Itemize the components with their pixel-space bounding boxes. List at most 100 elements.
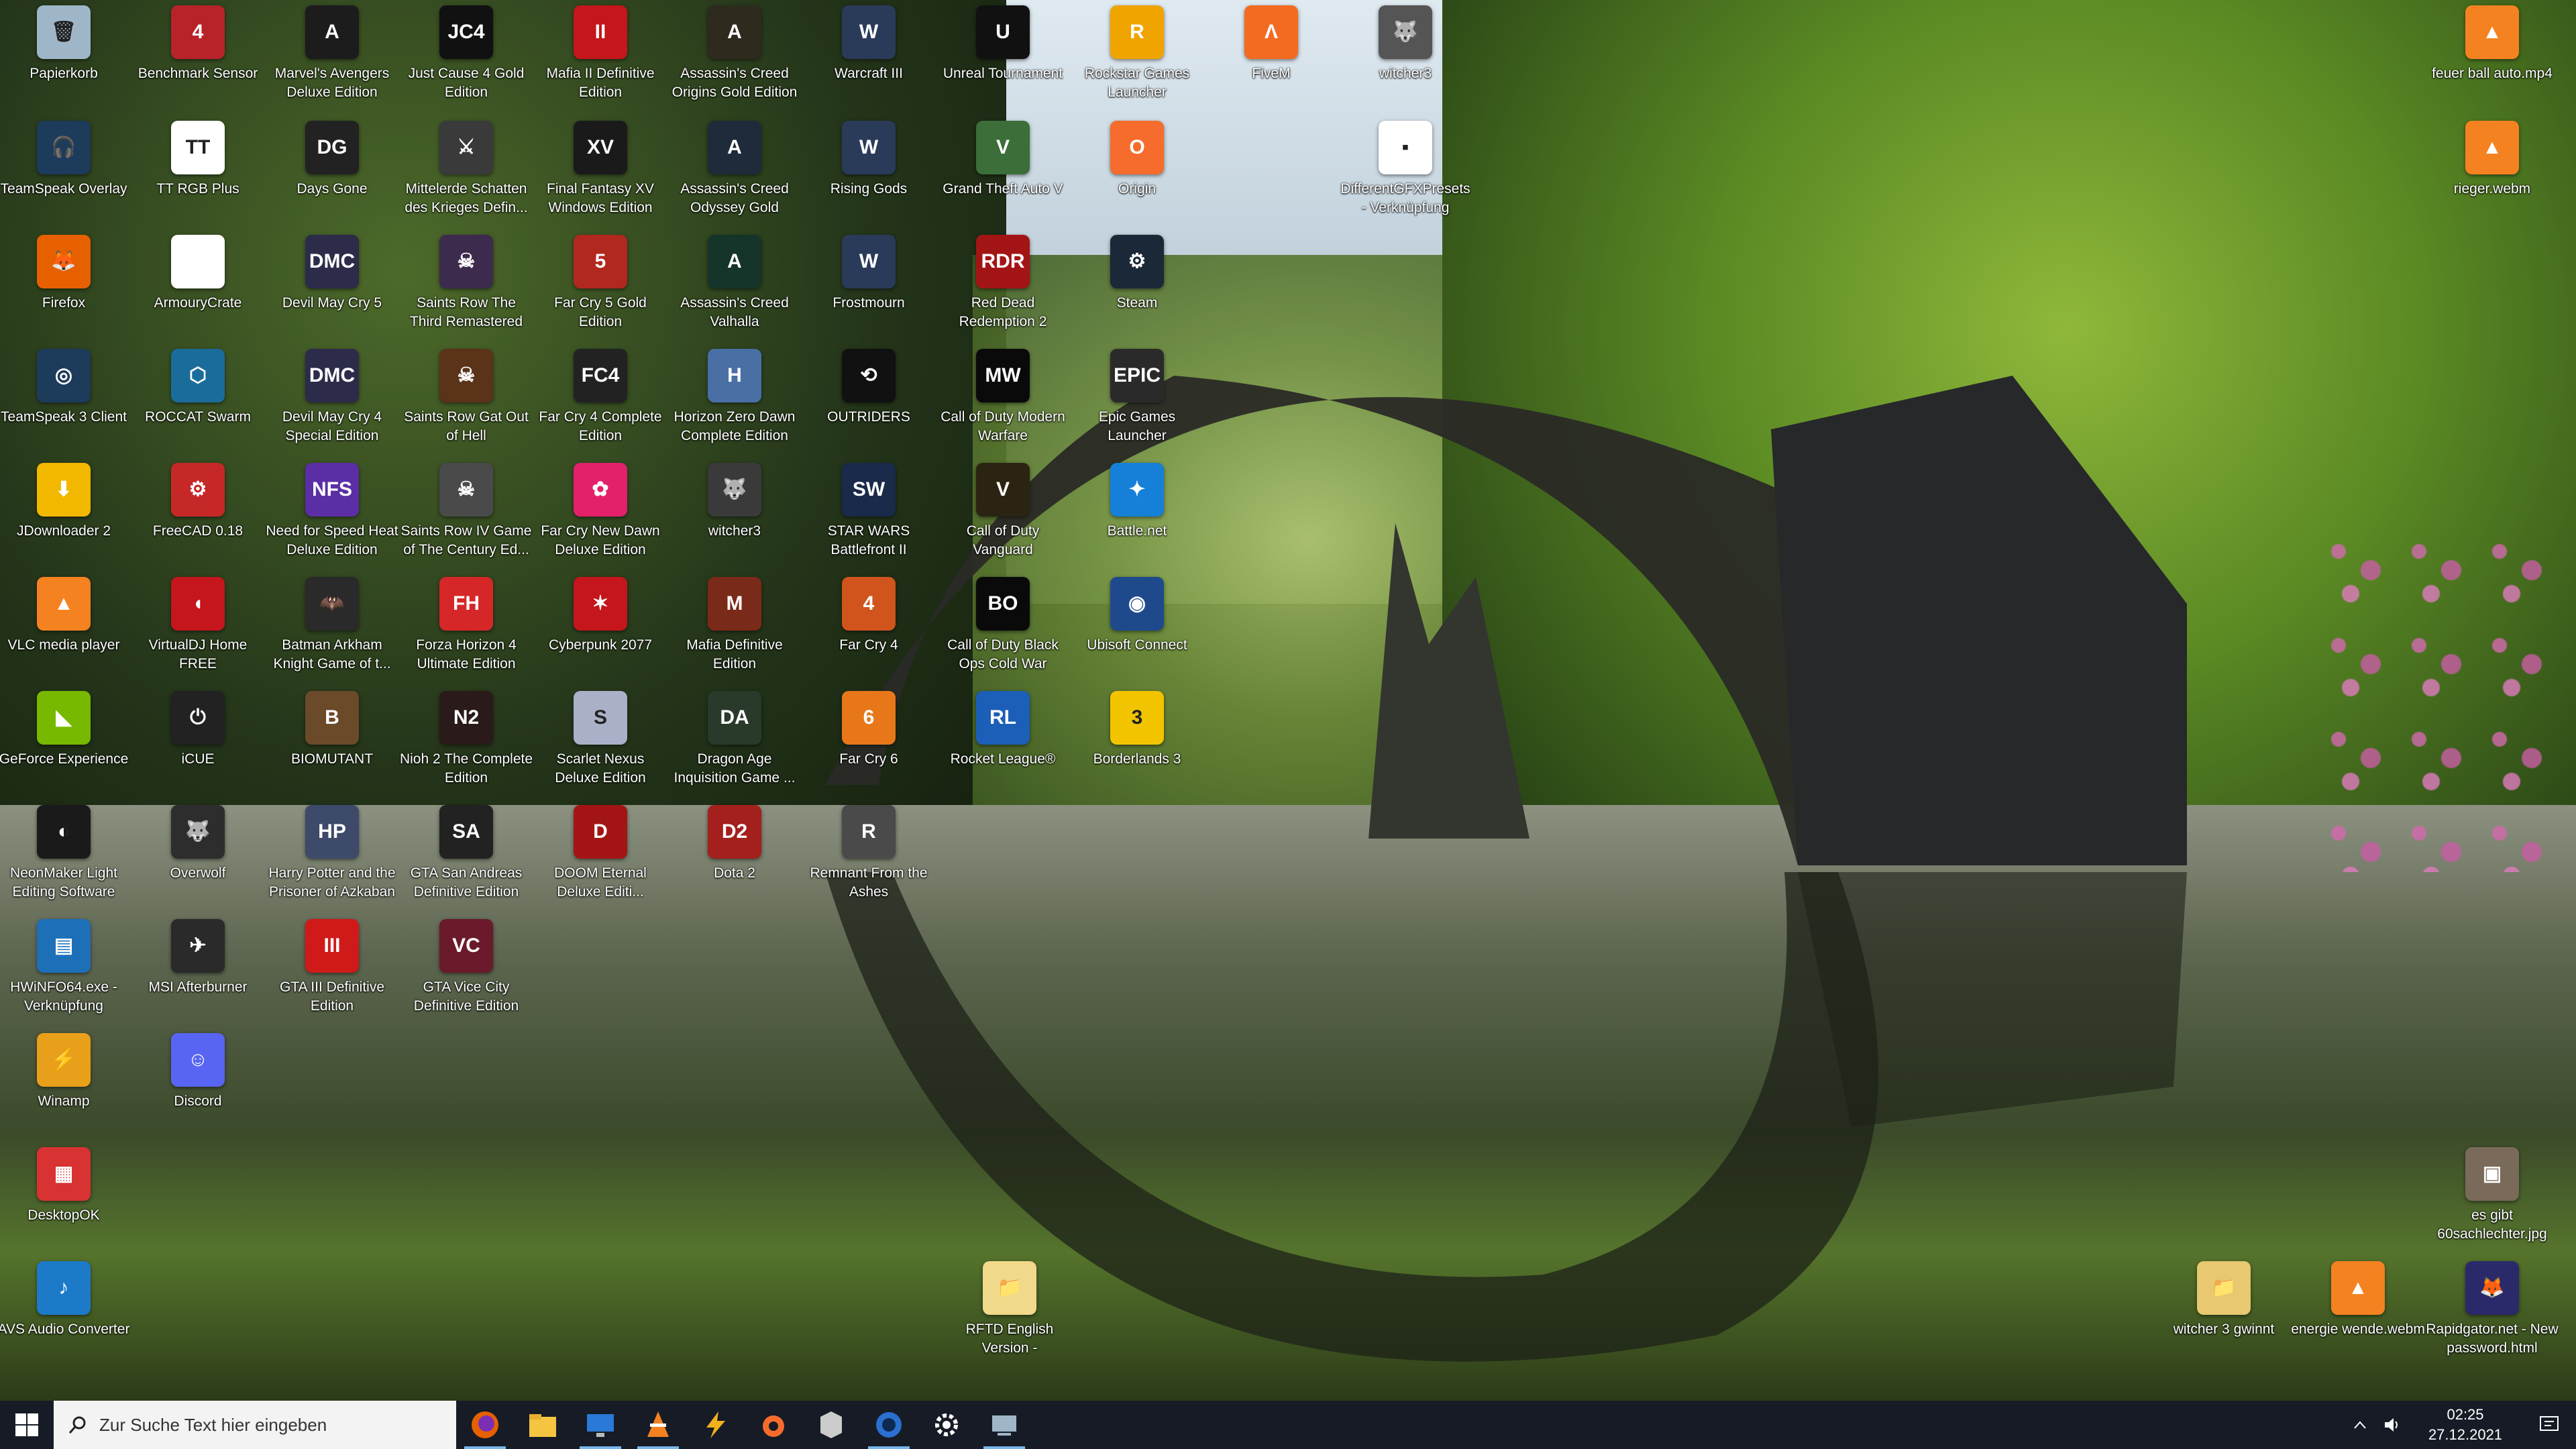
desktop-icon-rocket-league[interactable]: RL Rocket League®	[939, 686, 1067, 793]
desktop-icon-saints-row-gat-out-of-hell[interactable]: ☠ Saints Row Gat Out of Hell	[402, 343, 530, 451]
desktop-icon-borderlands-3[interactable]: 3 Borderlands 3	[1073, 686, 1201, 793]
desktop-icon-days-gone[interactable]: DG Days Gone	[268, 115, 396, 223]
desktop-icon-need-for-speed-heat-deluxe-edition[interactable]: NFS Need for Speed Heat Deluxe Edition	[266, 458, 398, 565]
desktop-icon-final-fantasy-xv-windows-edition[interactable]: XV Final Fantasy XV Windows Edition	[537, 115, 664, 223]
desktop-icon-rising-gods[interactable]: W Rising Gods	[805, 115, 932, 223]
desktop-icon-energie-wende-webm[interactable]: ▲ energie wende.webm	[2291, 1256, 2425, 1363]
desktop-icon-overwolf[interactable]: 🐺 Overwolf	[134, 800, 262, 907]
desktop-icon-msi-afterburner[interactable]: ✈ MSI Afterburner	[134, 914, 262, 1021]
desktop-icon-rieger-webm[interactable]: ▲ rieger.webm	[2428, 115, 2556, 223]
desktop-icon-grand-theft-auto-v[interactable]: V Grand Theft Auto V	[939, 115, 1067, 223]
volume-icon[interactable]	[2376, 1417, 2408, 1433]
desktop-icon-rapidgator-net-new-password-html[interactable]: 🦊 Rapidgator.net - New password.html	[2426, 1256, 2559, 1363]
desktop-icon-witcher3[interactable]: 🐺 witcher3	[671, 458, 798, 565]
desktop-icon-devil-may-cry-5[interactable]: DMC Devil May Cry 5	[268, 229, 396, 337]
desktop-icon-far-cry-5-gold-edition[interactable]: 5 Far Cry 5 Gold Edition	[537, 229, 664, 337]
desktop-icon-hwinfo64-exe-verkn-pfung[interactable]: ▤ HWiNFO64.exe - Verknüpfung	[0, 914, 127, 1021]
desktop-icon-roccat-swarm[interactable]: ⬡ ROCCAT Swarm	[134, 343, 262, 451]
taskbar-search-box[interactable]: Zur Suche Text hier eingeben	[54, 1401, 456, 1449]
desktop-icon-marvel-s-avengers-deluxe-edition[interactable]: A Marvel's Avengers Deluxe Edition	[268, 0, 396, 107]
desktop-icon-steam[interactable]: ⚙ Steam	[1073, 229, 1201, 337]
desktop-icon-unreal-tournament[interactable]: U Unreal Tournament	[939, 0, 1067, 107]
desktop-icon-feuer-ball-auto-mp4[interactable]: ▲ feuer ball auto.mp4	[2428, 0, 2556, 107]
desktop-icon-es-gibt-60sachlechter-jpg[interactable]: ▣ es gibt 60sachlechter.jpg	[2428, 1142, 2556, 1249]
taskbar-network-app[interactable]	[975, 1401, 1033, 1449]
desktop-icon-batman-arkham-knight-game-of-t[interactable]: 🦇 Batman Arkham Knight Game of t...	[268, 572, 396, 679]
desktop-icon-saints-row-iv-game-of-the-century-ed[interactable]: ☠ Saints Row IV Game of The Century Ed...	[401, 458, 531, 565]
desktop-icon-dragon-age-inquisition-game[interactable]: DA Dragon Age Inquisition Game ...	[671, 686, 798, 793]
desktop-icon-outriders[interactable]: ⟲ OUTRIDERS	[805, 343, 932, 451]
desktop-icon-origin[interactable]: O Origin	[1073, 115, 1201, 223]
desktop-icon-epic-games-launcher[interactable]: EPIC Epic Games Launcher	[1073, 343, 1201, 451]
taskbar-firefox[interactable]	[456, 1401, 514, 1449]
desktop-icon-jdownloader-2[interactable]: ⬇ JDownloader 2	[0, 458, 127, 565]
desktop-icon-freecad-0-18[interactable]: ⚙ FreeCAD 0.18	[134, 458, 262, 565]
desktop-icon-benchmark-sensor[interactable]: 4 Benchmark Sensor	[134, 0, 262, 107]
desktop-icon-differentgfxpresets-verkn-pfung[interactable]: ▪ DifferentGFXPresets - Verknüpfung	[1340, 115, 1470, 223]
desktop-icon-scarlet-nexus-deluxe-edition[interactable]: S Scarlet Nexus Deluxe Edition	[537, 686, 664, 793]
desktop-icon-discord[interactable]: ☺ Discord	[134, 1028, 262, 1135]
desktop-icon-far-cry-4-complete-edition[interactable]: FC4 Far Cry 4 Complete Edition	[537, 343, 664, 451]
desktop-icon-far-cry-new-dawn-deluxe-edition[interactable]: ✿ Far Cry New Dawn Deluxe Edition	[537, 458, 664, 565]
desktop-icon-red-dead-redemption-2[interactable]: RDR Red Dead Redemption 2	[939, 229, 1067, 337]
desktop-icon-desktopok[interactable]: ▦ DesktopOK	[0, 1142, 127, 1249]
desktop-icon-vlc-media-player[interactable]: ▲ VLC media player	[0, 572, 127, 679]
desktop-icon-horizon-zero-dawn-complete-edition[interactable]: H Horizon Zero Dawn Complete Edition	[671, 343, 798, 451]
desktop-icon-devil-may-cry-4-special-edition[interactable]: DMC Devil May Cry 4 Special Edition	[268, 343, 396, 451]
taskbar-epic[interactable]	[802, 1401, 860, 1449]
tray-overflow-chevron-icon[interactable]	[2344, 1420, 2376, 1430]
desktop-icon-teamspeak-overlay[interactable]: 🎧 TeamSpeak Overlay	[0, 115, 127, 223]
desktop-icon-remnant-from-the-ashes[interactable]: R Remnant From the Ashes	[805, 800, 932, 907]
desktop-icon-star-wars-battlefront-ii[interactable]: SW STAR WARS Battlefront II	[805, 458, 932, 565]
start-button[interactable]	[0, 1401, 54, 1449]
desktop-icon-rockstar-games-launcher[interactable]: R Rockstar Games Launcher	[1073, 0, 1201, 107]
desktop-icon-gta-vice-city-definitive-edition[interactable]: VC GTA Vice City Definitive Edition	[402, 914, 530, 1021]
taskbar-clock[interactable]: 02:25 27.12.2021	[2408, 1405, 2522, 1445]
desktop-icon-cyberpunk-2077[interactable]: ✶ Cyberpunk 2077	[537, 572, 664, 679]
desktop-icon-assassin-s-creed-odyssey-gold-edition[interactable]: A Assassin's Creed Odyssey Gold Edition	[671, 115, 798, 223]
desktop-icon-witcher-3-gwinnt[interactable]: 📁 witcher 3 gwinnt	[2160, 1256, 2288, 1363]
desktop-icon-nioh-2-the-complete-edition[interactable]: N2 Nioh 2 The Complete Edition	[400, 686, 533, 793]
action-center-button[interactable]	[2522, 1415, 2576, 1434]
taskbar-winamp[interactable]	[687, 1401, 745, 1449]
desktop-icon-ubisoft-connect[interactable]: ◉ Ubisoft Connect	[1073, 572, 1201, 679]
desktop-icon-assassin-s-creed-valhalla[interactable]: A Assassin's Creed Valhalla	[671, 229, 798, 337]
desktop-icon-mittelerde-schatten-des-krieges-defin[interactable]: ⚔ Mittelerde Schatten des Krieges Defin..…	[402, 115, 530, 223]
desktop-icon-warcraft-iii[interactable]: W Warcraft III	[805, 0, 932, 107]
desktop-icon-battle-net[interactable]: ✦ Battle.net	[1073, 458, 1201, 565]
desktop-icon-teamspeak-3-client[interactable]: ◎ TeamSpeak 3 Client	[0, 343, 127, 451]
desktop-icon-saints-row-the-third-remastered-deuts[interactable]: ☠ Saints Row The Third Remastered (Deuts.…	[402, 229, 530, 337]
taskbar-file-explorer[interactable]	[514, 1401, 572, 1449]
desktop-icon-neonmaker-light-editing-software[interactable]: ◐ NeonMaker Light Editing Software	[0, 800, 127, 907]
desktop-icon-harry-potter-and-the-prisoner-of-azkaban[interactable]: HP Harry Potter and the Prisoner of Azkab…	[268, 800, 396, 907]
desktop-icon-doom-eternal-deluxe-editi[interactable]: D DOOM Eternal Deluxe Editi...	[537, 800, 664, 907]
desktop-icon-virtualdj-home-free[interactable]: ◖ VirtualDJ Home FREE	[134, 572, 262, 679]
desktop-icon-mafia-ii-definitive-edition[interactable]: II Mafia II Definitive Edition	[537, 0, 664, 107]
desktop-icon-avs-audio-converter[interactable]: ♪ AVS Audio Converter	[0, 1256, 129, 1363]
desktop-icon-frostmourn[interactable]: W Frostmourn	[805, 229, 932, 337]
desktop-icon-rftd-english-version-verkn-pfung[interactable]: 📁 RFTD English Version - Verknüpfung	[946, 1256, 1073, 1363]
desktop-icon-biomutant[interactable]: B BIOMUTANT	[268, 686, 396, 793]
taskbar-remote-desktop[interactable]	[572, 1401, 629, 1449]
taskbar-origin[interactable]	[745, 1401, 802, 1449]
desktop-icon-geforce-experience[interactable]: ◣ GeForce Experience	[0, 686, 128, 793]
desktop-icon-call-of-duty-modern-warfare[interactable]: MW Call of Duty Modern Warfare	[939, 343, 1067, 451]
desktop-icon-dota-2[interactable]: D2 Dota 2	[671, 800, 798, 907]
desktop-icon-gta-san-andreas-definitive-edition[interactable]: SA GTA San Andreas Definitive Edition	[402, 800, 530, 907]
desktop-icon-forza-horizon-4-ultimate-edition[interactable]: FH Forza Horizon 4 Ultimate Edition	[402, 572, 530, 679]
desktop-icon-winamp[interactable]: ⚡ Winamp	[0, 1028, 127, 1135]
desktop-icon-far-cry-6[interactable]: 6 Far Cry 6	[805, 686, 932, 793]
desktop-icon-armourycrate[interactable]: ArmouryCrate	[134, 229, 262, 337]
desktop-icon-icue[interactable]: ⏻ iCUE	[134, 686, 262, 793]
desktop-icon-fivem[interactable]: Λ FiveM	[1208, 0, 1335, 107]
desktop-icon-just-cause-4-gold-edition[interactable]: JC4 Just Cause 4 Gold Edition	[402, 0, 530, 107]
taskbar-settings[interactable]	[918, 1401, 975, 1449]
taskbar-teamspeak[interactable]	[860, 1401, 918, 1449]
desktop-icon-call-of-duty-vanguard[interactable]: V Call of Duty Vanguard	[939, 458, 1067, 565]
desktop-icon-papierkorb[interactable]: 🗑 Papierkorb	[0, 0, 127, 107]
desktop-icon-far-cry-4[interactable]: 4 Far Cry 4	[805, 572, 932, 679]
desktop-icon-mafia-definitive-edition[interactable]: M Mafia Definitive Edition	[671, 572, 798, 679]
desktop-icon-call-of-duty-black-ops-cold-war[interactable]: BO Call of Duty Black Ops Cold War	[939, 572, 1067, 679]
desktop-icon-assassin-s-creed-origins-gold-edition[interactable]: A Assassin's Creed Origins Gold Edition	[671, 0, 798, 107]
desktop-icon-witcher3[interactable]: 🐺 witcher3	[1342, 0, 1469, 107]
